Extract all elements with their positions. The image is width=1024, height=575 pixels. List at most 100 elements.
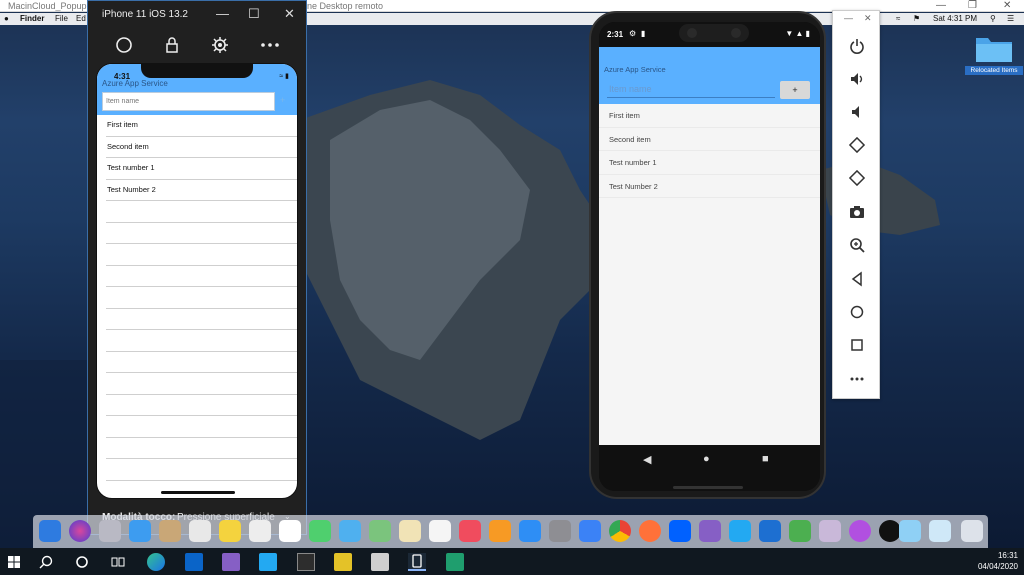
app-store-icon[interactable] <box>519 520 541 542</box>
menu-list-icon[interactable]: ☰ <box>1007 13 1014 25</box>
home-icon[interactable]: ● <box>703 453 710 465</box>
chrome-icon[interactable] <box>609 520 631 542</box>
windows-start-icon[interactable] <box>5 553 23 571</box>
list-item[interactable]: Second item <box>106 137 297 158</box>
recents-icon[interactable]: ■ <box>762 453 769 465</box>
ios-simulator-titlebar[interactable]: iPhone 11 iOS 13.2 — ☐ ✕ <box>88 1 306 29</box>
task-view-icon[interactable] <box>109 553 127 571</box>
ios-home-indicator[interactable] <box>161 491 235 494</box>
cortana-icon[interactable] <box>73 553 91 571</box>
trash-icon[interactable] <box>961 520 983 542</box>
home-icon[interactable] <box>114 35 134 55</box>
menu-file[interactable]: File <box>55 13 68 25</box>
system-preferences-icon[interactable] <box>549 520 571 542</box>
visual-studio-icon[interactable] <box>699 520 721 542</box>
list-item[interactable]: Test Number 2 <box>599 175 820 198</box>
relocated-items-folder[interactable]: Relocated Items <box>963 30 1023 76</box>
close-icon[interactable]: ✕ <box>864 13 872 24</box>
minimize-icon[interactable]: — <box>936 0 946 12</box>
news-icon[interactable] <box>459 520 481 542</box>
list-item[interactable]: Test number 1 <box>599 151 820 175</box>
safari-compass-icon[interactable] <box>579 520 601 542</box>
ios-simulator-window[interactable]: iPhone 11 iOS 13.2 — ☐ ✕ 4:31 ≈ ▮ Azure … <box>87 0 307 535</box>
menu-finder[interactable]: Finder <box>20 13 44 25</box>
back-icon[interactable]: ◀ <box>643 453 651 466</box>
reminders-icon[interactable] <box>249 520 271 542</box>
downloads-folder-icon[interactable] <box>899 520 921 542</box>
books-icon[interactable] <box>489 520 511 542</box>
messages-icon[interactable] <box>309 520 331 542</box>
close-icon[interactable]: ✕ <box>1003 0 1011 12</box>
vscode-icon[interactable] <box>729 520 751 542</box>
visual-studio-icon[interactable] <box>222 553 240 571</box>
outlook-icon[interactable] <box>185 553 203 571</box>
textedit-icon[interactable] <box>399 520 421 542</box>
lock-icon[interactable] <box>162 35 182 55</box>
power-icon[interactable] <box>847 36 867 56</box>
home-icon[interactable] <box>847 302 867 322</box>
apple-icon[interactable]: ● <box>4 13 9 25</box>
notes-icon[interactable] <box>219 520 241 542</box>
taskbar-clock[interactable]: 16:31 04/04/2020 <box>978 550 1018 572</box>
minimize-icon[interactable]: — <box>216 6 229 21</box>
zoom-icon[interactable] <box>847 235 867 255</box>
android-add-button[interactable]: + <box>780 81 810 99</box>
contacts-icon[interactable] <box>159 520 181 542</box>
photos-icon[interactable] <box>279 520 301 542</box>
remote-desktop-icon[interactable] <box>446 553 464 571</box>
search-icon[interactable]: ⚲ <box>990 13 996 25</box>
sourcetree-icon[interactable] <box>789 520 811 542</box>
edge-icon[interactable] <box>147 553 165 571</box>
firefox-icon[interactable] <box>639 520 661 542</box>
settings-gear-icon[interactable] <box>210 35 230 55</box>
ios-item-name-input[interactable] <box>102 92 275 111</box>
android-emulator-device[interactable]: 2:31 ⚙ ▮ ▼ ▲ ▮ Azure App Service Item na… <box>589 11 826 499</box>
list-item[interactable]: Test number 1 <box>106 158 297 180</box>
phone-link-icon[interactable] <box>408 553 426 571</box>
flag-icon[interactable]: ⚑ <box>913 13 920 25</box>
pinwheel-icon[interactable] <box>819 520 841 542</box>
search-icon[interactable] <box>37 553 55 571</box>
camera-icon[interactable] <box>847 202 867 222</box>
list-item[interactable]: Second item <box>599 128 820 151</box>
overview-icon[interactable] <box>847 335 867 355</box>
menu-edit[interactable]: Ed <box>76 13 86 25</box>
back-icon[interactable] <box>847 269 867 289</box>
safari-icon[interactable] <box>129 520 151 542</box>
ios-device-screen[interactable]: 4:31 ≈ ▮ Azure App Service + First item … <box>96 63 298 499</box>
paint-icon[interactable] <box>371 553 389 571</box>
minimize-icon[interactable]: — <box>844 13 853 23</box>
list-item[interactable]: First item <box>599 104 820 128</box>
wifi-icon[interactable]: ≈ <box>896 13 900 25</box>
maps-icon[interactable] <box>369 520 391 542</box>
calendar-icon[interactable] <box>189 520 211 542</box>
messages-bubble-icon[interactable] <box>339 520 361 542</box>
restore-icon[interactable]: ❐ <box>968 0 977 12</box>
maximize-icon[interactable]: ☐ <box>248 6 260 22</box>
dropbox-icon[interactable] <box>669 520 691 542</box>
vscode-icon[interactable] <box>259 553 277 571</box>
finder-icon[interactable] <box>39 520 61 542</box>
sticky-notes-icon[interactable] <box>334 553 352 571</box>
screenshot-icon[interactable] <box>929 520 951 542</box>
volume-up-icon[interactable] <box>847 69 867 89</box>
apple-tv-icon[interactable] <box>879 520 901 542</box>
more-icon[interactable] <box>260 35 280 55</box>
more-icon[interactable] <box>847 369 867 389</box>
list-item[interactable]: Test Number 2 <box>106 180 297 201</box>
close-icon[interactable]: ✕ <box>284 6 295 22</box>
terminal-icon[interactable] <box>297 553 315 571</box>
android-item-name-input[interactable]: Item name <box>607 82 775 98</box>
launchpad-icon[interactable] <box>99 520 121 542</box>
mac-clock[interactable]: Sat 4:31 PM <box>933 13 977 25</box>
xcode-icon[interactable] <box>759 520 781 542</box>
ios-add-button[interactable]: + <box>280 95 285 105</box>
rotate-left-icon[interactable] <box>847 135 867 155</box>
rotate-right-icon[interactable] <box>847 168 867 188</box>
siri-icon[interactable] <box>69 520 91 542</box>
list-item[interactable]: First item <box>106 115 297 137</box>
podcasts-icon[interactable] <box>849 520 871 542</box>
android-screen[interactable]: 2:31 ⚙ ▮ ▼ ▲ ▮ Azure App Service Item na… <box>599 22 820 491</box>
volume-down-icon[interactable] <box>847 102 867 122</box>
numbers-icon[interactable] <box>429 520 451 542</box>
